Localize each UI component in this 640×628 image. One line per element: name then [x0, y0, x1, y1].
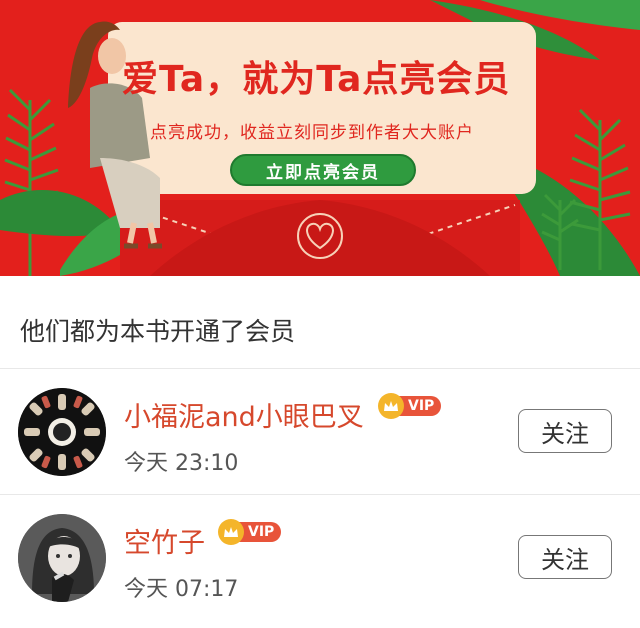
vip-badge: VIP — [378, 393, 442, 419]
crown-icon — [378, 393, 404, 419]
member-name[interactable]: 空竹子 — [124, 521, 205, 560]
vip-label: VIP — [398, 396, 442, 416]
vip-badge: VIP — [218, 519, 282, 545]
follow-button[interactable]: 关注 — [518, 535, 612, 579]
promo-banner[interactable]: 爱Ta，就为Ta点亮会员 点亮成功，收益立刻同步到作者大大账户 立即点亮会员 — [0, 0, 640, 276]
banner-subline: 点亮成功，收益立刻同步到作者大大账户 — [150, 123, 474, 143]
member-name[interactable]: 小福泥and小眼巴叉 — [124, 395, 364, 434]
avatar-image — [18, 514, 106, 602]
banner-headline: 爱Ta，就为Ta点亮会员 — [122, 59, 511, 100]
avatar[interactable] — [18, 514, 106, 602]
crown-icon — [218, 519, 244, 545]
member-time: 今天 07:17 — [124, 577, 239, 602]
avatar[interactable] — [18, 388, 106, 476]
section-title: 他们都为本书开通了会员 — [20, 317, 296, 346]
activate-membership-button[interactable]: 立即点亮会员 — [230, 154, 416, 186]
member-row[interactable]: 小福泥and小眼巴叉 VIP 今天 23:10 关注 — [0, 369, 640, 495]
follow-button[interactable]: 关注 — [518, 409, 612, 453]
avatar-image — [18, 388, 106, 476]
member-time: 今天 23:10 — [124, 451, 239, 476]
member-row[interactable]: 空竹子 VIP 今天 07:17 关注 — [0, 495, 640, 621]
vip-label: VIP — [238, 522, 282, 542]
